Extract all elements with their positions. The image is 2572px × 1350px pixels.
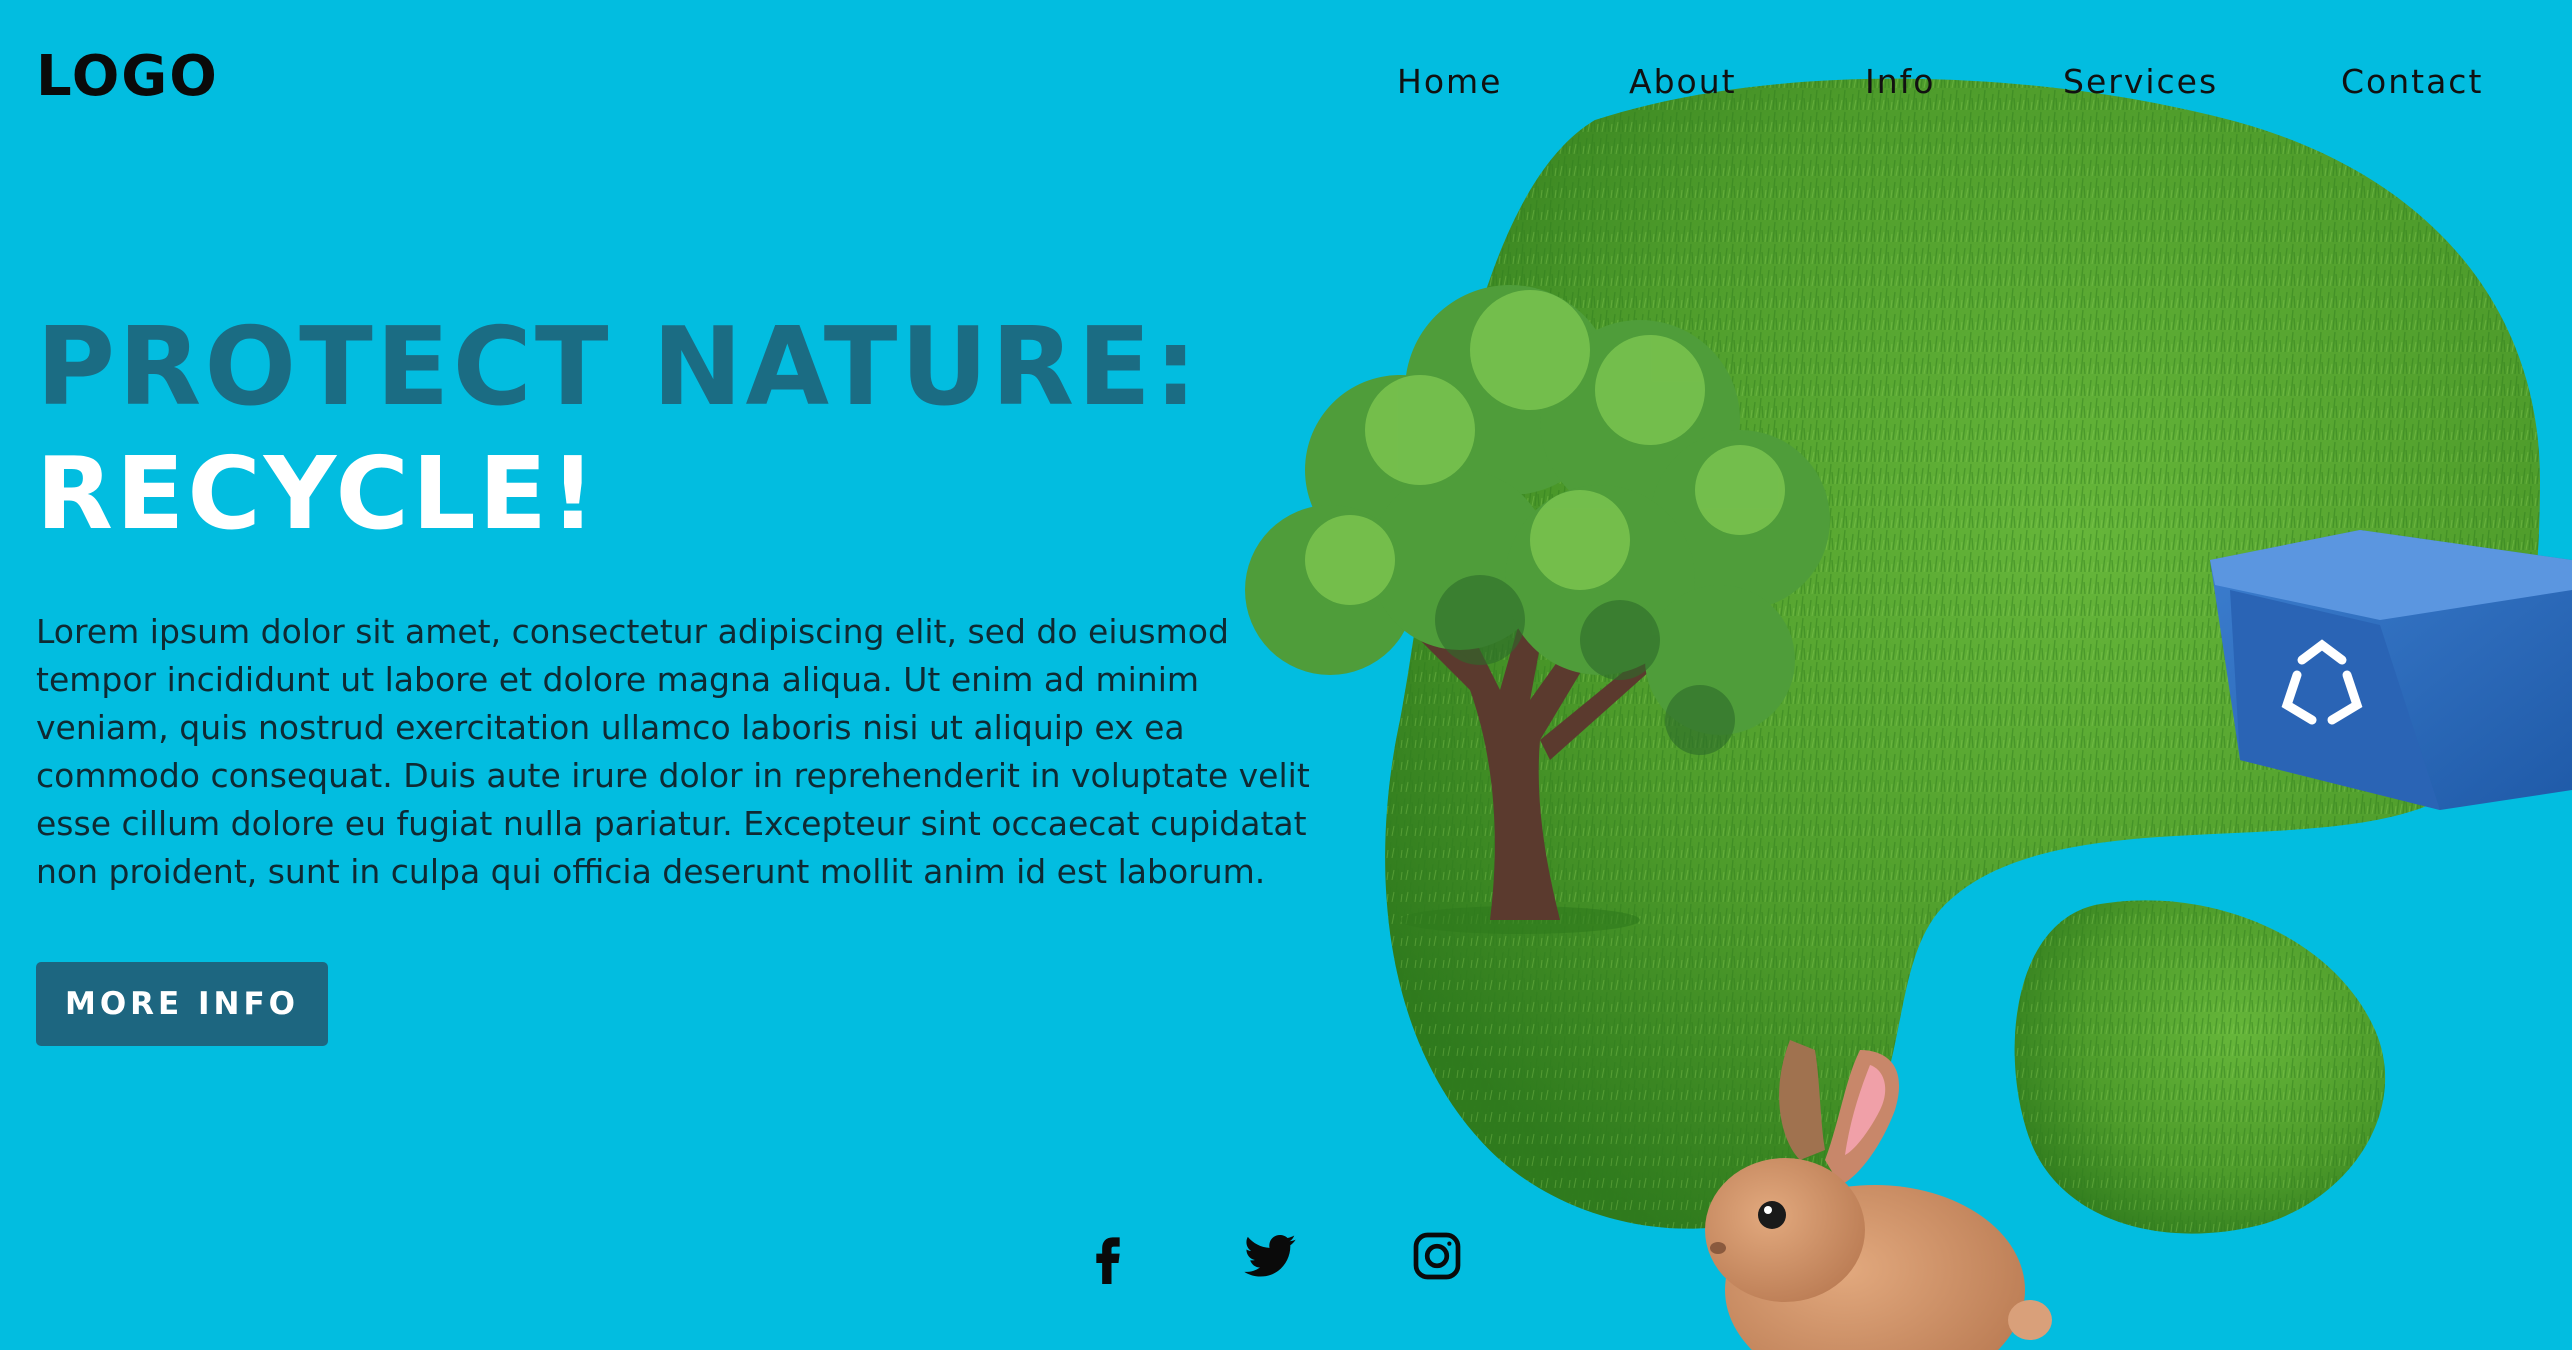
main-nav: Home About Info Services Contact [0,62,2572,102]
facebook-icon[interactable] [1080,1228,1136,1284]
twitter-icon[interactable] [1242,1228,1298,1284]
nav-services[interactable]: Services [2063,62,2218,101]
nav-contact[interactable]: Contact [2341,62,2483,101]
more-info-button[interactable]: MORE INFO [36,962,328,1046]
nav-home[interactable]: Home [1397,62,1502,101]
nav-about[interactable]: About [1629,62,1737,101]
hero-title: PROTECT NATURE: [36,305,1201,430]
hero-subtitle: RECYCLE! [36,435,599,552]
grass-blob-small [2014,900,2386,1234]
instagram-icon[interactable] [1409,1228,1465,1284]
nav-info[interactable]: Info [1865,62,1935,101]
hero-description: Lorem ipsum dolor sit amet, consectetur … [36,612,1310,891]
